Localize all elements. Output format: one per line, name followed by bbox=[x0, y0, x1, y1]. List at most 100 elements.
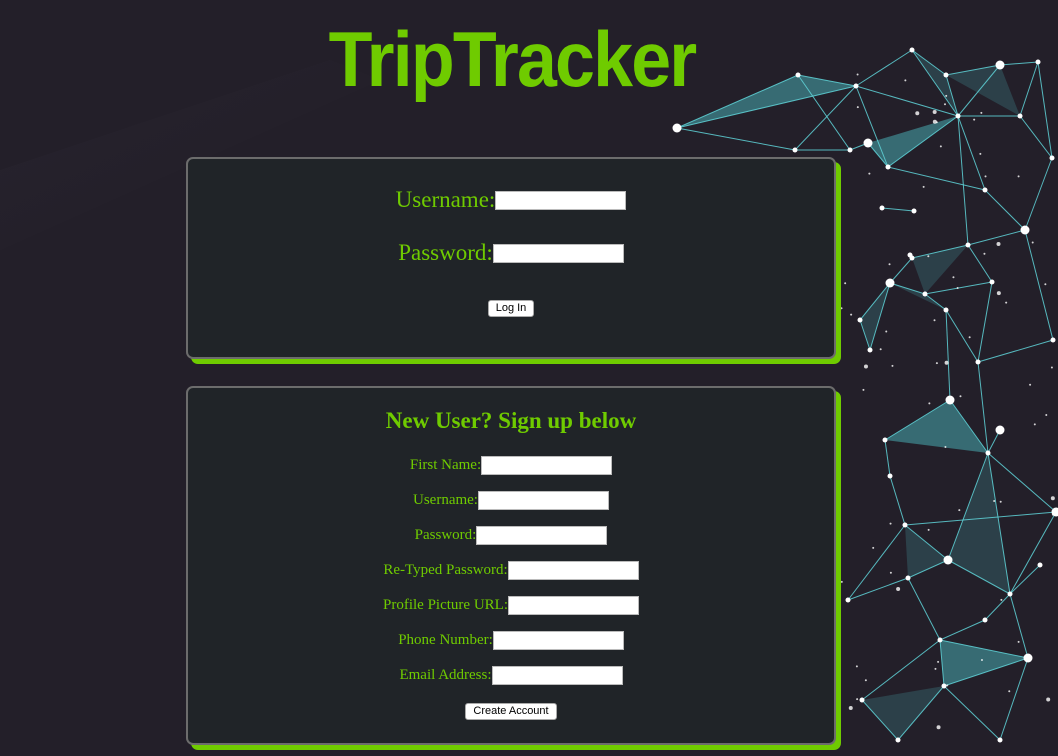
star-dot bbox=[935, 362, 938, 365]
mesh-node bbox=[847, 147, 853, 153]
star-dot bbox=[927, 528, 930, 531]
login-password-label: Password: bbox=[398, 240, 493, 265]
mesh-node bbox=[985, 450, 991, 456]
star-dot bbox=[996, 242, 1001, 247]
signup-username-row: Username: bbox=[188, 491, 834, 510]
mesh-node bbox=[943, 307, 949, 313]
star-dot bbox=[959, 395, 962, 398]
mesh-node bbox=[911, 208, 917, 214]
star-dot bbox=[1005, 301, 1008, 304]
mesh-node bbox=[882, 437, 888, 443]
star-dot bbox=[936, 725, 941, 730]
mesh-node bbox=[859, 697, 865, 703]
login-username-input[interactable] bbox=[495, 190, 627, 210]
first-name-input[interactable] bbox=[481, 456, 613, 475]
mesh-node bbox=[902, 522, 908, 528]
star-dot bbox=[840, 580, 843, 583]
star-dot bbox=[956, 286, 959, 289]
star-dot bbox=[934, 667, 937, 670]
first-name-label: First Name: bbox=[409, 457, 482, 473]
signup-password-label: Password: bbox=[414, 527, 477, 543]
star-dot bbox=[848, 705, 853, 710]
star-dot bbox=[888, 263, 891, 266]
mesh-node bbox=[1017, 113, 1023, 119]
email-address-input[interactable] bbox=[491, 666, 623, 685]
star-dot bbox=[944, 445, 947, 448]
star-dot bbox=[973, 118, 976, 121]
mesh-node bbox=[943, 555, 953, 565]
star-dot bbox=[1017, 640, 1020, 643]
profile-picture-url-input[interactable] bbox=[507, 596, 639, 615]
mesh-node bbox=[1049, 155, 1055, 161]
mesh-node bbox=[1020, 225, 1030, 235]
star-dot bbox=[1031, 241, 1034, 244]
mesh-node bbox=[1007, 591, 1013, 597]
profile-picture-url-label: Profile Picture URL: bbox=[383, 597, 508, 613]
star-dot bbox=[864, 679, 867, 682]
mesh-node bbox=[995, 425, 1005, 435]
login-username-label: Username: bbox=[395, 187, 496, 212]
create-account-button[interactable]: Create Account bbox=[465, 703, 557, 720]
mesh-node bbox=[867, 347, 873, 353]
mesh-node bbox=[995, 60, 1005, 70]
star-dot bbox=[946, 684, 949, 687]
star-dot bbox=[1033, 423, 1036, 426]
profile-picture-url-row: Profile Picture URL: bbox=[188, 596, 834, 615]
star-dot bbox=[862, 388, 865, 391]
mesh-node bbox=[907, 252, 913, 258]
mesh-node bbox=[905, 575, 911, 581]
signup-panel: New User? Sign up below First Name: User… bbox=[186, 386, 836, 745]
star-dot bbox=[937, 660, 940, 663]
mesh-node bbox=[672, 123, 682, 133]
star-dot bbox=[984, 175, 987, 178]
mesh-node bbox=[1037, 562, 1043, 568]
star-dot bbox=[999, 500, 1002, 503]
signup-password-row: Password: bbox=[188, 526, 834, 545]
star-dot bbox=[872, 546, 875, 549]
star-dot bbox=[996, 291, 1001, 296]
star-dot bbox=[933, 319, 936, 322]
star-dot bbox=[944, 360, 949, 365]
signup-heading: New User? Sign up below bbox=[385, 408, 637, 433]
mesh-node bbox=[879, 205, 885, 211]
app-title: TripTracker bbox=[328, 15, 698, 103]
star-dot bbox=[1051, 513, 1054, 516]
mesh-node bbox=[989, 279, 995, 285]
star-dot bbox=[932, 110, 937, 115]
mesh-node bbox=[982, 187, 988, 193]
star-dot bbox=[1044, 283, 1047, 286]
star-dot bbox=[980, 111, 983, 114]
star-dot bbox=[928, 402, 931, 405]
mesh-node bbox=[1023, 653, 1033, 663]
star-dot bbox=[868, 172, 871, 175]
mesh-node bbox=[857, 317, 863, 323]
mesh-node bbox=[937, 637, 943, 643]
phone-number-label: Phone Number: bbox=[398, 632, 493, 648]
signup-password-input[interactable] bbox=[476, 526, 608, 545]
star-dot bbox=[979, 152, 982, 155]
star-dot bbox=[1000, 598, 1003, 601]
retyped-password-input[interactable] bbox=[507, 561, 639, 580]
login-button-row: Log In bbox=[188, 300, 834, 317]
first-name-row: First Name: bbox=[188, 456, 834, 475]
phone-number-input[interactable] bbox=[492, 631, 624, 650]
star-dot bbox=[1008, 690, 1011, 693]
login-password-input[interactable] bbox=[492, 243, 624, 263]
mesh-node bbox=[885, 164, 891, 170]
mesh-node bbox=[792, 147, 798, 153]
log-in-button[interactable]: Log In bbox=[487, 300, 535, 317]
star-dot bbox=[952, 276, 955, 279]
email-address-label: Email Address: bbox=[399, 667, 492, 683]
star-dot bbox=[915, 111, 920, 116]
mesh-node bbox=[975, 359, 981, 365]
signup-username-label: Username: bbox=[413, 492, 478, 508]
mesh-node bbox=[982, 617, 988, 623]
star-dot bbox=[844, 282, 847, 285]
star-dot bbox=[932, 119, 937, 124]
star-dot bbox=[863, 364, 868, 369]
star-dot bbox=[896, 586, 901, 591]
signup-username-input[interactable] bbox=[477, 491, 609, 510]
star-dot bbox=[850, 313, 853, 316]
star-dot bbox=[980, 659, 983, 662]
mesh-node bbox=[895, 737, 901, 743]
